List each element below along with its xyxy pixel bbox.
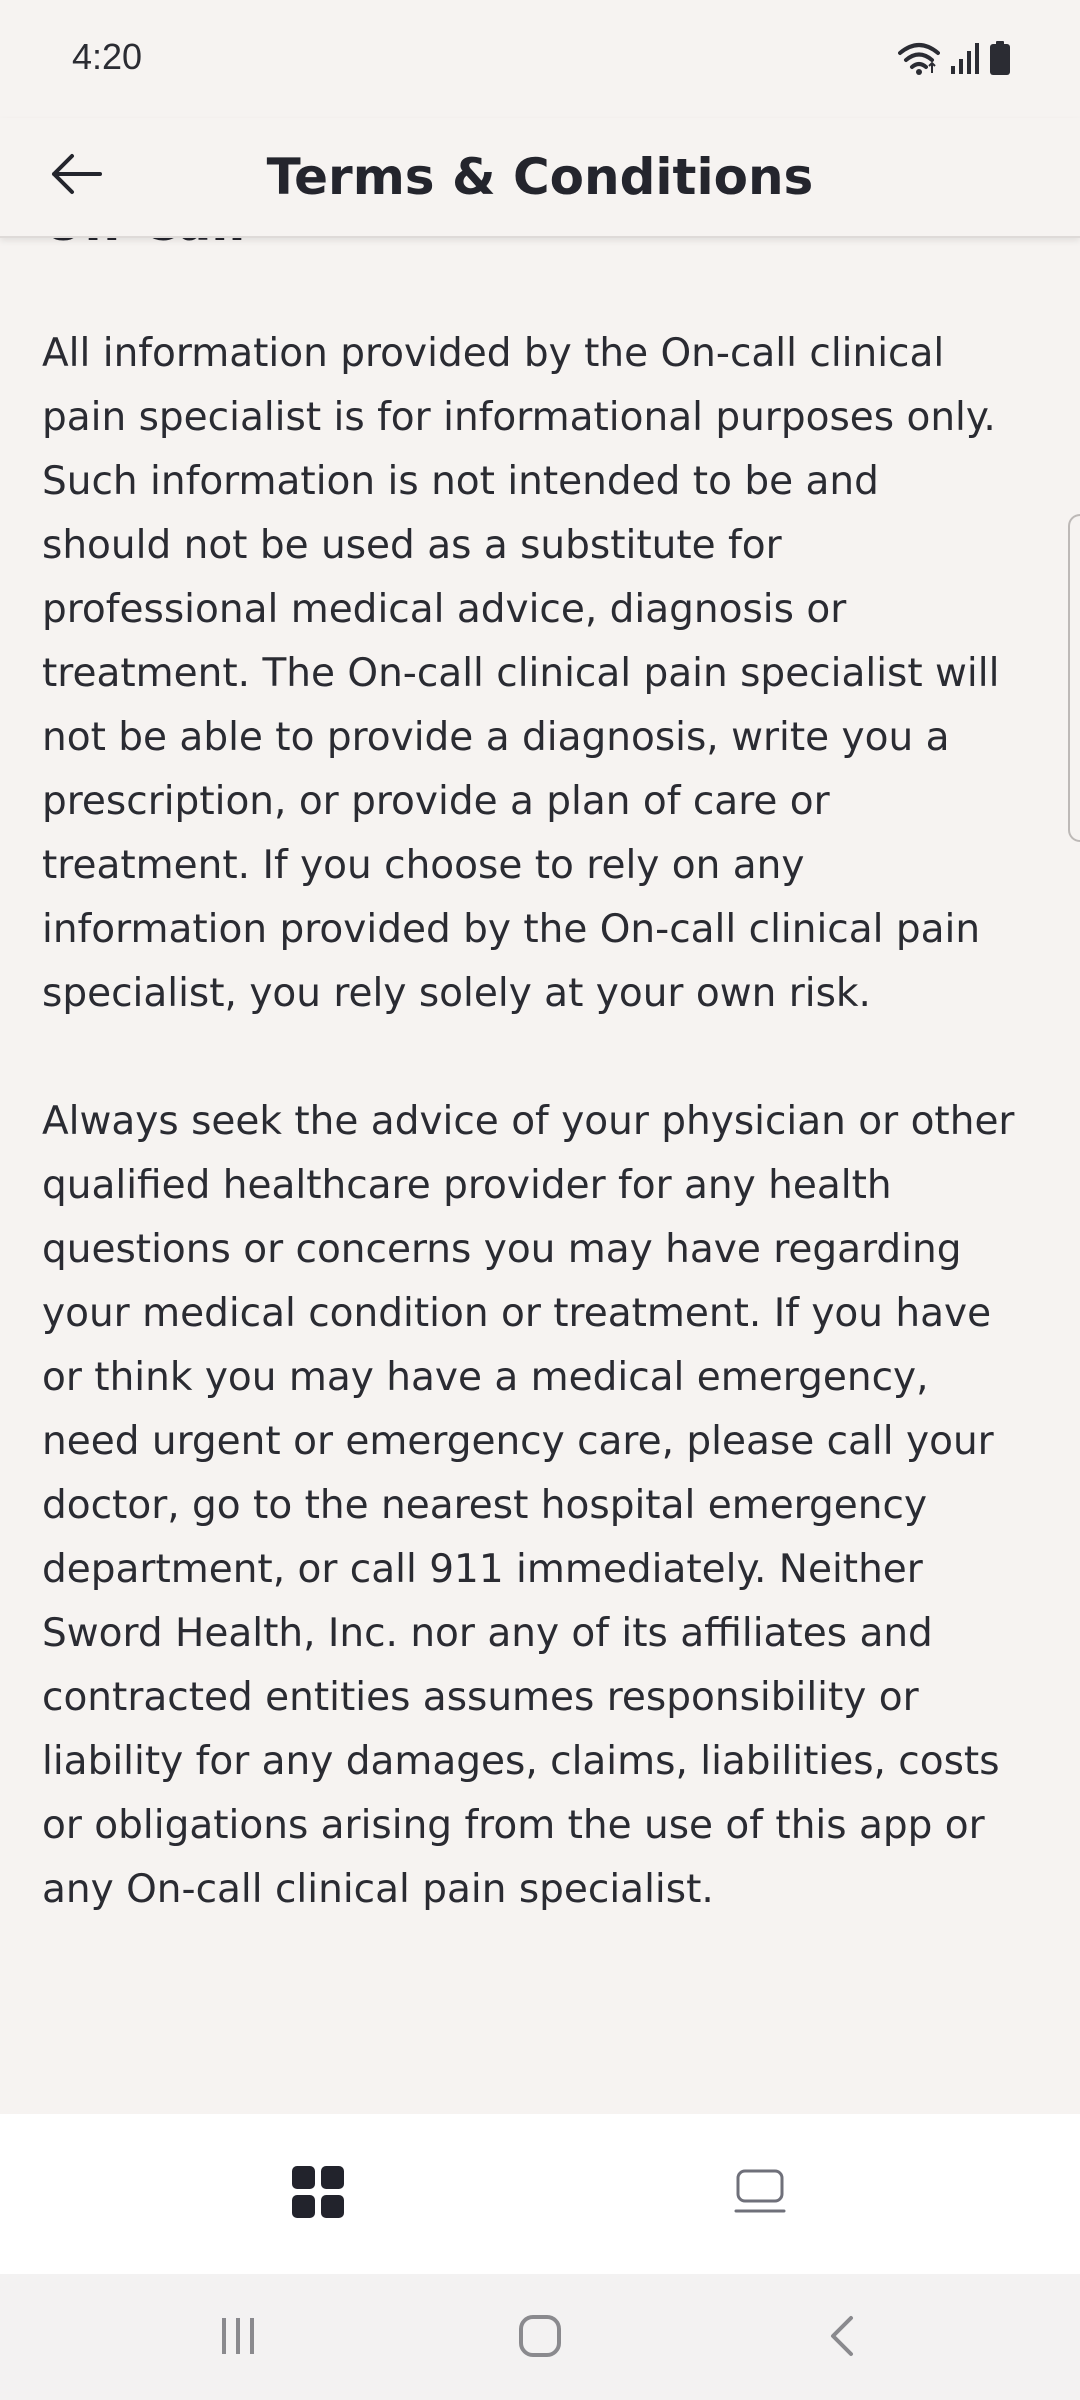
home-icon (518, 2314, 562, 2362)
recent-apps-button[interactable] (198, 2298, 278, 2378)
status-time: 4:20 (72, 36, 143, 77)
home-button[interactable] (500, 2298, 580, 2378)
device-icon (734, 2169, 786, 2219)
terms-paragraph: Always seek the advice of your physician… (42, 1099, 1015, 1912)
back-chevron-icon (827, 2314, 857, 2362)
recent-apps-icon (218, 2316, 258, 2360)
nav-device-button[interactable] (720, 2154, 800, 2234)
status-icons (898, 40, 1010, 80)
status-bar: 4:20 (0, 0, 1080, 118)
scroll-handle[interactable] (1068, 514, 1080, 842)
wifi-icon (898, 41, 940, 79)
signal-icon (950, 42, 980, 78)
section-heading: On-Call (42, 236, 246, 252)
terms-paragraph: All information provided by the On-call … (42, 331, 1000, 1016)
bottom-nav (0, 2114, 1080, 2274)
page-title: Terms & Conditions (266, 148, 814, 206)
nav-dashboard-button[interactable] (278, 2154, 358, 2234)
battery-icon (990, 41, 1010, 79)
terms-content[interactable]: On-Call All information provided by the … (0, 236, 1080, 2114)
system-back-button[interactable] (802, 2298, 882, 2378)
dashboard-grid-icon (292, 2166, 344, 2222)
app-header: Terms & Conditions (0, 118, 1080, 238)
system-nav (0, 2274, 1080, 2400)
